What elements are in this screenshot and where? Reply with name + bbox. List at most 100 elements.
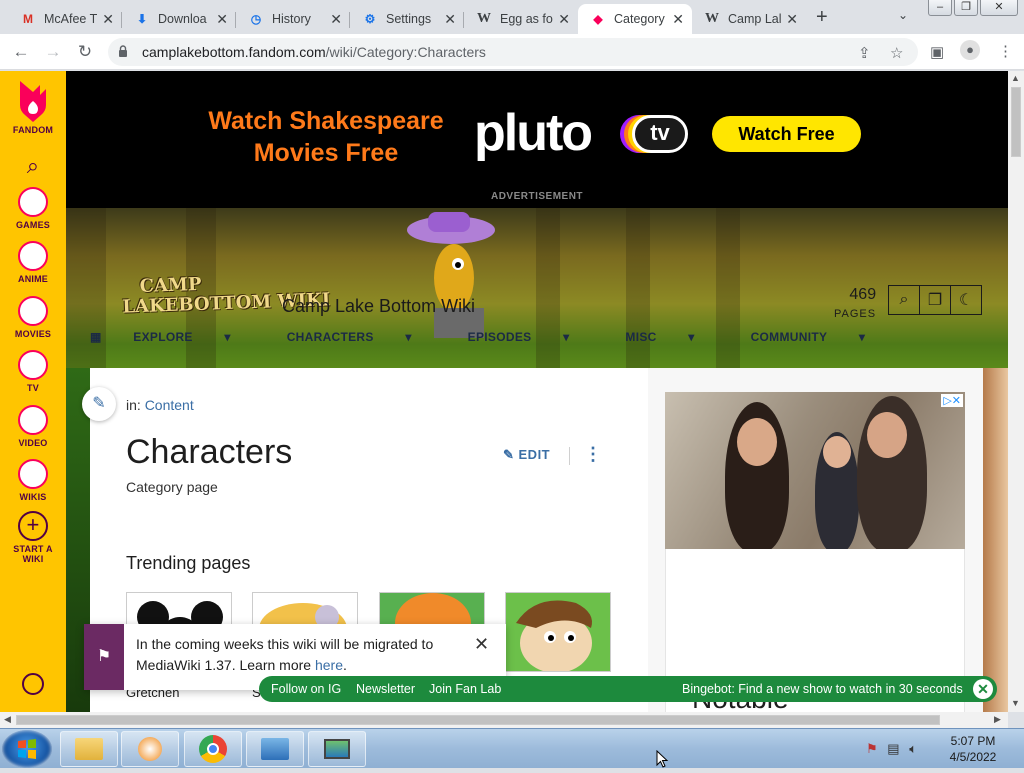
rail-ad-image[interactable]: ▷✕ xyxy=(665,392,965,549)
close-icon[interactable]: ✕ xyxy=(973,679,993,699)
wiki-nav-community[interactable]: COMMUNITY ▾ xyxy=(751,330,894,344)
share-icon[interactable]: ⇪ xyxy=(858,44,871,62)
close-window-button[interactable]: ✕ xyxy=(980,0,1018,16)
network-icon[interactable]: ▤ xyxy=(887,741,899,756)
search-icon[interactable]: ⌕ xyxy=(27,153,40,178)
tab-settings[interactable]: ⚙ Settings ✕ xyxy=(350,4,464,34)
ad-label: ADVERTISEMENT xyxy=(490,191,584,202)
wiki-nav-characters[interactable]: CHARACTERS ▾ xyxy=(287,330,440,344)
user-account[interactable] xyxy=(0,673,66,695)
clock-time: 5:07 PM xyxy=(950,734,996,748)
video-icon xyxy=(18,405,48,435)
media-player-icon xyxy=(138,737,162,761)
ad-banner[interactable]: Watch Shakespeare Movies Free pluto tv W… xyxy=(66,71,1008,208)
join-fan-lab-link[interactable]: Join Fan Lab xyxy=(429,682,501,696)
fandom-nav-tv[interactable]: TV xyxy=(0,350,66,393)
vertical-scrollbar[interactable]: ▲ ▼ xyxy=(1008,71,1024,712)
restore-button[interactable]: ❐ xyxy=(954,0,978,16)
clock-date: 4/5/2022 xyxy=(949,750,997,764)
pencil-icon: ✎ xyxy=(503,447,519,462)
taskbar-control-panel[interactable] xyxy=(246,731,304,767)
address-bar[interactable]: camplakebottom.fandom.com/wiki/Category:… xyxy=(108,38,918,66)
tab-category-active[interactable]: ◆ Category ✕ xyxy=(578,4,692,34)
tab-search-icon[interactable]: ⌄ xyxy=(898,8,908,22)
trending-thumb-4[interactable] xyxy=(505,592,611,672)
new-tab-button[interactable]: + xyxy=(816,6,828,29)
bookmark-star-icon[interactable]: ☆ xyxy=(890,44,903,62)
fandom-nav-wikis[interactable]: WIKIS xyxy=(0,459,66,502)
tab-mcafee[interactable]: M McAfee T ✕ xyxy=(8,4,122,34)
user-icon[interactable] xyxy=(22,673,44,695)
scroll-thumb[interactable] xyxy=(1011,87,1021,157)
profile-avatar-icon[interactable]: ● xyxy=(960,40,980,60)
close-icon[interactable]: ✕ xyxy=(672,11,684,28)
wiki-nav-misc[interactable]: MISC ▾ xyxy=(625,330,722,344)
newsletter-link[interactable]: Newsletter xyxy=(356,682,415,696)
ad-watch-free-button[interactable]: Watch Free xyxy=(712,116,861,152)
close-icon[interactable]: ✕ xyxy=(786,11,798,28)
history-icon: ◷ xyxy=(250,12,262,26)
wiki-nav-explore[interactable]: ▦ EXPLORE ▾ xyxy=(90,330,259,344)
side-panel-icon[interactable]: ▣ xyxy=(930,43,944,61)
scroll-thumb[interactable] xyxy=(16,715,940,725)
wiki-nav-episodes[interactable]: EPISODES ▾ xyxy=(468,330,598,344)
tab-title: Settings xyxy=(386,12,432,26)
taskbar-media-player[interactable] xyxy=(121,731,179,767)
scroll-right-icon[interactable]: ▶ xyxy=(994,714,1001,725)
breadcrumb-link-content[interactable]: Content xyxy=(145,397,194,413)
tab-downloads[interactable]: ⬇ Downloa ✕ xyxy=(122,4,236,34)
games-icon xyxy=(18,187,48,217)
pluto-tv-icon: tv xyxy=(632,115,688,153)
action-center-flag-icon[interactable]: ⚑ xyxy=(866,741,878,756)
minimize-button[interactable]: – xyxy=(928,0,952,16)
close-icon[interactable]: ✕ xyxy=(330,11,342,28)
scroll-up-icon[interactable]: ▲ xyxy=(1011,73,1020,83)
tab-history[interactable]: ◷ History ✕ xyxy=(236,4,350,34)
taskbar-file-explorer[interactable] xyxy=(60,731,118,767)
kebab-menu-icon[interactable]: ⋮ xyxy=(998,42,1013,60)
taskbar-clock[interactable]: 5:07 PM 4/5/2022 xyxy=(936,733,1010,765)
close-icon[interactable]: ✕ xyxy=(216,11,228,28)
fandom-nav-label: ANIME xyxy=(18,274,48,284)
follow-on-ig-link[interactable]: Follow on IG xyxy=(271,682,341,696)
page-actions-kebab-icon[interactable]: ⋮ xyxy=(584,444,602,465)
browser-toolbar: ← → ↻ camplakebottom.fandom.com/wiki/Cat… xyxy=(0,34,1024,70)
close-icon[interactable]: ✕ xyxy=(444,11,456,28)
wiki-search-icon[interactable]: ⌕ xyxy=(888,285,920,315)
start-button[interactable] xyxy=(2,730,52,768)
discussions-icon[interactable]: ❐ xyxy=(919,285,951,315)
dark-mode-icon[interactable]: ☾ xyxy=(950,285,982,315)
bingebot-promo-link[interactable]: Bingebot: Find a new show to watch in 30… xyxy=(682,682,963,696)
fandom-search[interactable]: ⌕ xyxy=(0,153,66,179)
tab-title: McAfee T xyxy=(44,12,98,26)
notice-link-here[interactable]: here xyxy=(315,657,343,673)
wiki-nav: ▦ EXPLORE ▾ CHARACTERS ▾ EPISODES ▾ MISC… xyxy=(90,330,921,344)
tab-egg[interactable]: W Egg as fo ✕ xyxy=(464,4,578,34)
adchoices-icon[interactable]: ▷✕ xyxy=(941,394,963,407)
taskbar-remote-desktop[interactable] xyxy=(308,731,366,767)
fandom-nav-video[interactable]: VIDEO xyxy=(0,405,66,448)
forward-icon[interactable]: → xyxy=(42,41,64,63)
horizontal-scrollbar[interactable]: ◀ ▶ xyxy=(0,712,1008,728)
close-icon[interactable]: ✕ xyxy=(102,11,114,28)
edit-button[interactable]: ✎ EDIT xyxy=(503,447,550,463)
fandom-nav-games[interactable]: GAMES xyxy=(0,187,66,230)
ad-headline-line-1: Watch Shakespeare xyxy=(208,107,444,135)
fandom-nav-movies[interactable]: MOVIES xyxy=(0,296,66,339)
scroll-left-icon[interactable]: ◀ xyxy=(4,714,11,725)
fandom-nav-anime[interactable]: ANIME xyxy=(0,241,66,284)
scroll-down-icon[interactable]: ▼ xyxy=(1011,698,1020,708)
fandom-logo[interactable]: FANDOM xyxy=(0,79,66,135)
edit-pencil-button[interactable]: ✎ xyxy=(82,387,116,421)
close-icon[interactable]: ✕ xyxy=(558,11,570,28)
wikipedia-icon: W xyxy=(477,11,491,26)
tab-camp-lake[interactable]: W Camp Lal ✕ xyxy=(692,4,806,34)
taskbar-chrome[interactable] xyxy=(184,731,242,767)
volume-icon[interactable]: 🔈︎ xyxy=(909,741,917,756)
notice-close-icon[interactable]: ✕ xyxy=(474,634,489,655)
back-icon[interactable]: ← xyxy=(10,41,32,63)
reload-icon[interactable]: ↻ xyxy=(74,41,96,63)
lock-icon[interactable] xyxy=(118,45,128,57)
start-a-wiki[interactable]: + START A WIKI xyxy=(0,511,66,564)
wiki-title[interactable]: Camp Lake Bottom Wiki xyxy=(282,296,475,317)
